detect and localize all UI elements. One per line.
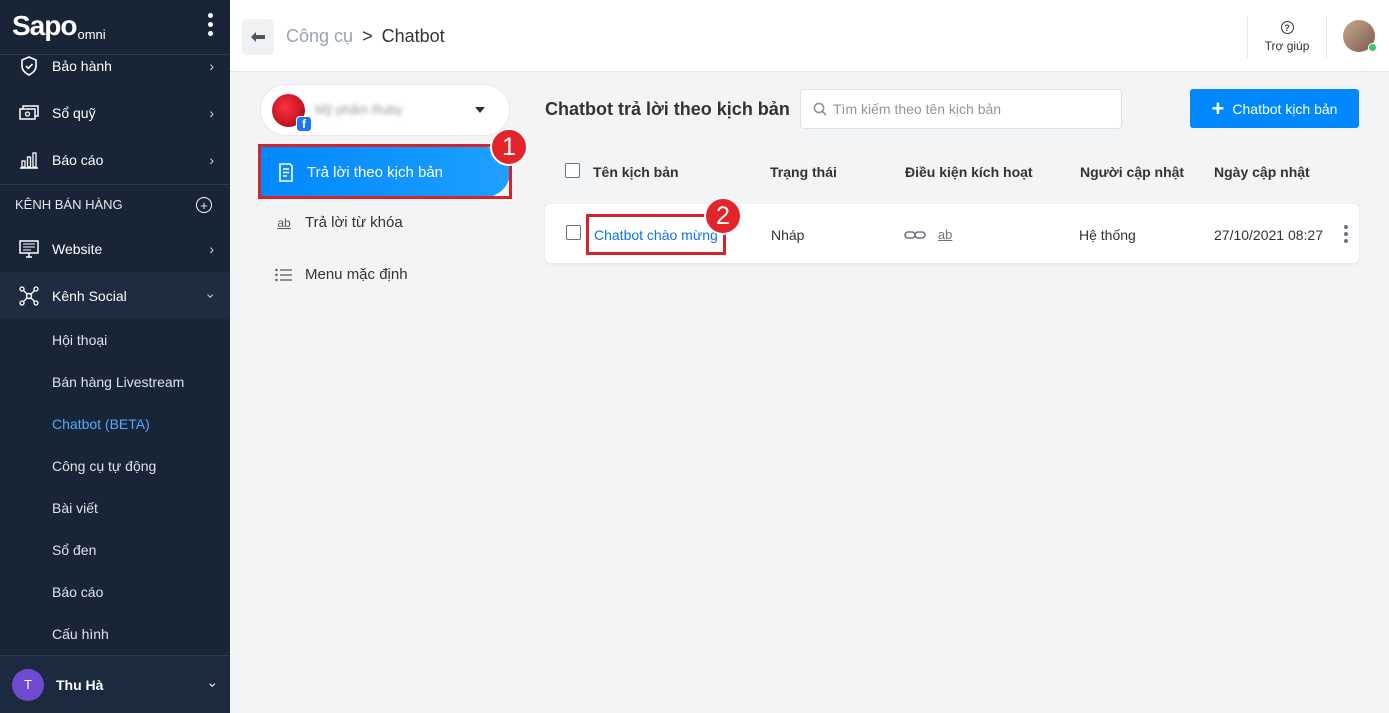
social-sub-reports[interactable]: Báo cáo	[52, 584, 103, 600]
trigger-conditions: ab	[904, 226, 952, 242]
breadcrumb-current: Chatbot	[381, 26, 445, 46]
facebook-icon: f	[296, 116, 312, 132]
sidebar-item-social[interactable]: Kênh Social ›	[0, 272, 230, 319]
chevron-down-icon: ›	[203, 293, 220, 298]
row-status: Nháp	[771, 227, 805, 243]
section-label: KÊNH BÁN HÀNG	[15, 197, 123, 212]
step-badge-1: 1	[490, 128, 528, 166]
bar-chart-icon	[18, 149, 40, 171]
arrow-left-icon	[251, 32, 265, 42]
help-label: Trợ giúp	[1264, 39, 1310, 53]
highlight-box-1	[258, 144, 512, 199]
social-sub-conversations[interactable]: Hội thoại	[52, 332, 107, 348]
column-header-status: Trạng thái	[770, 164, 837, 180]
select-all-checkbox[interactable]	[565, 163, 580, 178]
sidebar-item-label: Bảo hành	[52, 57, 112, 74]
menu-list-icon	[274, 268, 294, 282]
breadcrumb-parent[interactable]: Công cụ	[286, 26, 353, 46]
row-more-icon[interactable]	[1344, 225, 1348, 243]
online-status-dot	[1368, 43, 1377, 52]
keyword-ab-icon: ab	[277, 215, 291, 230]
breadcrumb: Công cụ > Chatbot	[286, 26, 445, 47]
help-button[interactable]: ? Trợ giúp	[1247, 16, 1327, 58]
search-icon	[813, 102, 827, 116]
chevron-right-icon: ›	[209, 104, 214, 121]
add-button-label: Chatbot kịch bản	[1232, 100, 1338, 117]
menu-item-label: Trả lời từ khóa	[305, 214, 403, 231]
menu-item-default-menu[interactable]: Menu mặc định	[274, 266, 408, 283]
row-checkbox[interactable]	[566, 225, 581, 240]
sidebar-item-warranty[interactable]: Bảo hành ›	[0, 42, 230, 89]
avatar[interactable]	[1343, 20, 1377, 52]
row-updated-by: Hệ thống	[1079, 227, 1136, 243]
sidebar-item-website[interactable]: Website ›	[0, 225, 230, 272]
link-icon	[904, 231, 926, 240]
sidebar-item-label: Kênh Social	[52, 287, 127, 304]
menu-item-label: Menu mặc định	[305, 266, 408, 283]
page-title: Chatbot trả lời theo kịch bản	[545, 99, 790, 119]
social-sub-posts[interactable]: Bài viết	[52, 500, 98, 516]
add-channel-icon[interactable]: +	[196, 197, 212, 213]
user-account-bar[interactable]: T Thu Hà ›	[0, 655, 230, 713]
menu-item-keyword-reply[interactable]: ab Trả lời từ khóa	[274, 214, 403, 231]
step-badge-2: 2	[704, 197, 742, 235]
sidebar-menu-kebab-icon[interactable]	[208, 13, 214, 36]
search-box[interactable]	[800, 89, 1122, 129]
sales-channel-section: KÊNH BÁN HÀNG +	[0, 184, 230, 224]
plus-icon: +	[1211, 95, 1225, 121]
chevron-right-icon: ›	[209, 151, 214, 168]
chevron-right-icon: ›	[209, 240, 214, 257]
social-sub-livestream[interactable]: Bán hàng Livestream	[52, 374, 184, 390]
fanpage-selector[interactable]: f Mỹ phẩm Ruby	[260, 84, 510, 136]
column-header-updated-at: Ngày cập nhật	[1214, 164, 1310, 180]
question-icon: ?	[1280, 21, 1294, 34]
sidebar-item-label: Website	[52, 240, 103, 257]
social-sub-settings[interactable]: Cấu hình	[52, 626, 109, 642]
column-header-trigger: Điều kiện kích hoạt	[905, 164, 1033, 180]
sidebar-item-reports[interactable]: Báo cáo ›	[0, 136, 230, 183]
page-name: Mỹ phẩm Ruby	[315, 102, 403, 117]
sidebar: Sapoomni Bảo hành › Sổ quỹ › Báo cáo › K…	[0, 0, 230, 713]
add-chatbot-script-button[interactable]: + Chatbot kịch bản	[1190, 89, 1359, 128]
back-button[interactable]	[242, 19, 274, 55]
chevron-down-icon: ›	[205, 682, 222, 687]
social-network-icon	[18, 285, 40, 307]
caret-down-icon	[475, 107, 485, 113]
search-input[interactable]	[833, 101, 1113, 117]
row-updated-at: 27/10/2021 08:27	[1214, 227, 1323, 243]
breadcrumb-separator: >	[362, 26, 373, 46]
chevron-right-icon: ›	[209, 57, 214, 74]
social-sub-blacklist[interactable]: Sổ đen	[52, 542, 96, 558]
sidebar-item-cashbook[interactable]: Sổ quỹ ›	[0, 89, 230, 136]
cash-icon	[18, 102, 40, 124]
website-icon	[18, 238, 40, 260]
column-header-updated-by: Người cập nhật	[1080, 164, 1185, 180]
avatar: T	[12, 668, 44, 701]
sapo-logo[interactable]: Sapoomni	[12, 10, 106, 45]
social-sub-automation[interactable]: Công cụ tự động	[52, 458, 156, 474]
column-header-name: Tên kịch bản	[593, 164, 679, 180]
sidebar-item-label: Báo cáo	[52, 151, 104, 168]
top-header: Công cụ > Chatbot ? Trợ giúp	[230, 0, 1389, 72]
sidebar-item-label: Sổ quỹ	[52, 104, 96, 121]
keyword-ab-icon: ab	[937, 227, 953, 242]
shield-icon	[18, 55, 40, 77]
social-sub-chatbot[interactable]: Chatbot (BETA)	[52, 416, 150, 432]
user-name: Thu Hà	[56, 676, 104, 693]
